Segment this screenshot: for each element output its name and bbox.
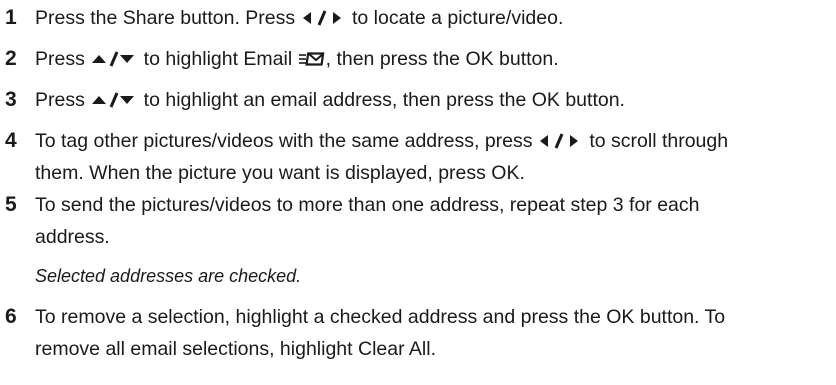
step-number: 3	[5, 88, 17, 111]
step-text: Press to highlight Email , then press th…	[35, 43, 830, 75]
step-text: To tag other pictures/videos with the sa…	[35, 125, 830, 189]
step-text-part: remove all email selections, highlight C…	[35, 338, 437, 360]
step-text-part: Press	[35, 89, 91, 111]
step-text-part: to highlight Email	[138, 48, 298, 70]
step-number: 6	[5, 305, 17, 328]
step-text-part: to locate a picture/video.	[346, 7, 564, 29]
email-icon	[298, 51, 326, 67]
step-text: Press to highlight an email address, the…	[35, 84, 830, 116]
left-right-arrows-icon	[538, 132, 584, 150]
step-text-part: to highlight an email address, then pres…	[138, 89, 625, 111]
step-number: 5	[5, 193, 17, 216]
up-down-arrows-icon	[90, 91, 138, 109]
step-text-part: to scroll through	[583, 130, 729, 152]
step-text: To send the pictures/videos to more than…	[35, 189, 830, 292]
step-text-part: Press the Share button. Press	[35, 7, 301, 29]
step-text-part: To tag other pictures/videos with the sa…	[35, 130, 538, 152]
step-text-part: , then press the OK button.	[325, 48, 559, 70]
step-text-part: To remove a selection, highlight a check…	[35, 306, 726, 328]
up-down-arrows-icon	[90, 50, 138, 68]
step-text-part: address.	[35, 226, 110, 248]
step-number: 4	[5, 129, 17, 152]
step-text-part: Press	[35, 48, 91, 70]
left-right-arrows-icon	[301, 9, 347, 27]
step-number: 2	[5, 47, 17, 70]
step-note: Selected addresses are checked.	[35, 266, 302, 286]
step-text-part: them. When the picture you want is displ…	[35, 162, 525, 184]
step-number: 1	[5, 6, 17, 29]
step-text-part: To send the pictures/videos to more than…	[35, 194, 700, 216]
step-text: Press the Share button. Press to locate …	[35, 2, 830, 34]
step-text: To remove a selection, highlight a check…	[35, 301, 830, 365]
